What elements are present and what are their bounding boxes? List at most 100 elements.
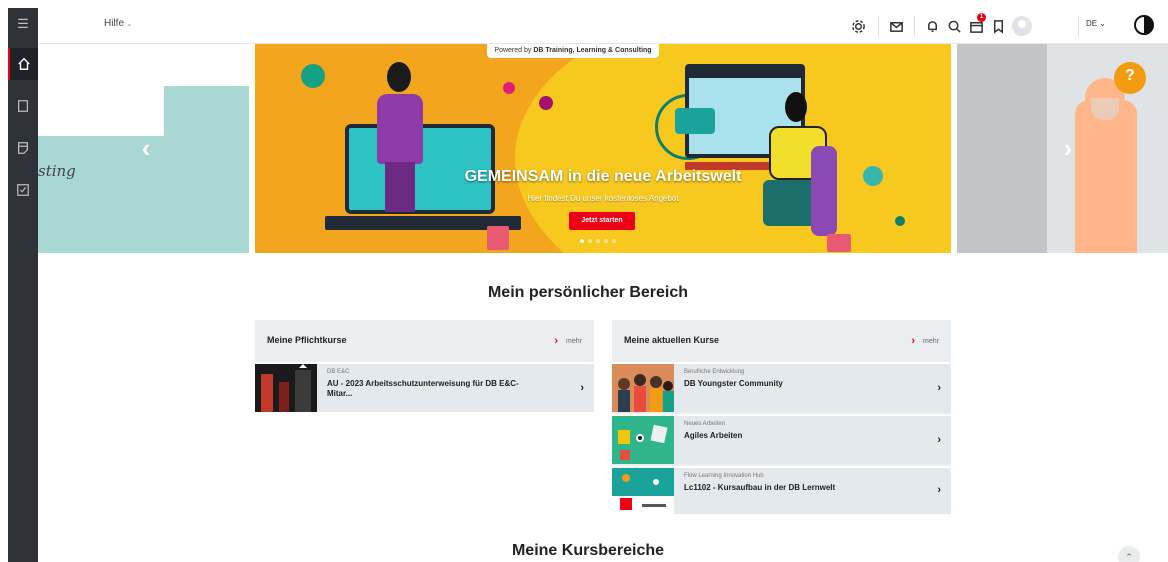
toolbar-divider xyxy=(1078,16,1079,36)
sidebar-item-catalog[interactable] xyxy=(8,90,38,122)
chevron-right-icon[interactable]: › xyxy=(937,434,941,446)
woman-illustration xyxy=(373,62,427,212)
checkbox-icon xyxy=(17,184,29,196)
app-frame: ☰ Hilfe ⌄ 1 DE ⌄ sting GEMEINSAM in die … xyxy=(8,8,1168,562)
calendar-button[interactable]: 1 xyxy=(966,13,986,36)
course-name: Lc1102 - Kursaufbau in der DB Lernwelt xyxy=(684,483,836,492)
search-icon xyxy=(948,20,961,33)
man-illustration xyxy=(785,92,807,122)
course-name: DB Youngster Community xyxy=(684,379,783,388)
course-item[interactable]: Flow Learning Innovation Hub Lc1102 - Ku… xyxy=(612,466,951,514)
document-icon xyxy=(18,142,28,154)
chat-bubble-illustration xyxy=(675,108,715,134)
woman-illustration xyxy=(387,62,411,92)
current-courses-header: Meine aktuellen Kurse › mehr xyxy=(612,320,951,362)
course-item[interactable]: DB E&C AU - 2023 Arbeitsschutzunterweisu… xyxy=(255,362,594,412)
powered-by-prefix: Powered by xyxy=(494,47,534,54)
course-item[interactable]: Neues Arbeiten Agiles Arbeiten › xyxy=(612,414,951,464)
chevron-down-icon: ⌄ xyxy=(126,19,133,28)
gear-icon xyxy=(851,19,865,33)
plant-illustration xyxy=(487,226,509,250)
slide-illustration xyxy=(301,64,325,88)
course-category: Flow Learning Innovation Hub xyxy=(684,473,764,479)
required-courses-title: Meine Pflichtkurse xyxy=(267,335,347,345)
toolbar-divider xyxy=(914,16,915,36)
chevron-up-icon: ⌃ xyxy=(1125,552,1133,562)
course-thumbnail-image xyxy=(612,416,674,464)
help-badge-icon[interactable]: ? xyxy=(1114,62,1146,94)
course-item[interactable]: Berufliche Entwicklung DB Youngster Comm… xyxy=(612,362,951,412)
hero-carousel: sting GEMEINSAM in die neue Arbeitswelt … xyxy=(38,44,1168,253)
personal-area-title: Mein persönlicher Bereich xyxy=(487,284,689,301)
chevron-right-icon[interactable]: › xyxy=(580,382,584,394)
carousel-dot[interactable] xyxy=(604,239,608,243)
slide-background xyxy=(38,44,164,136)
slide-illustration xyxy=(895,216,905,226)
course-category: Berufliche Entwicklung xyxy=(684,369,745,375)
course-thumbnail xyxy=(612,416,674,464)
bookmark-icon xyxy=(993,19,1003,34)
bell-icon xyxy=(927,20,937,32)
home-icon xyxy=(18,57,30,70)
user-avatar[interactable] xyxy=(1012,16,1032,36)
current-slide[interactable]: GEMEINSAM in die neue Arbeitswelt Hier f… xyxy=(255,44,951,253)
current-courses-panel: Meine aktuellen Kurse › mehr Berufliche E… xyxy=(612,320,951,514)
course-thumbnail-image xyxy=(612,468,674,514)
more-label: mehr xyxy=(566,338,582,345)
start-now-button[interactable]: Jetzt starten xyxy=(569,212,635,230)
chevron-right-icon[interactable]: › xyxy=(937,484,941,496)
carousel-dot[interactable] xyxy=(588,239,592,243)
hero-subtitle: Hier findest Du unser kostenloses Angebo… xyxy=(527,194,679,203)
slide-script-text: sting xyxy=(38,162,76,180)
sidebar-item-tasks[interactable] xyxy=(8,174,38,206)
woman-illustration xyxy=(377,94,423,164)
sidebar-item-home[interactable] xyxy=(8,48,38,80)
required-courses-panel: Meine Pflichtkurse › mehr DB E&C AU - 202… xyxy=(255,320,594,412)
course-thumbnail xyxy=(255,364,317,412)
course-areas-title: Meine Kursbereiche xyxy=(511,542,665,559)
course-thumbnail xyxy=(612,468,674,514)
chevron-down-icon: ⌄ xyxy=(1099,19,1106,28)
language-selector[interactable]: DE ⌄ xyxy=(1086,19,1106,28)
course-name: AU - 2023 Arbeitsschutzunterweisung für … xyxy=(327,379,519,398)
help-menu-label: Hilfe xyxy=(104,18,125,29)
course-category: DB E&C xyxy=(327,369,350,375)
book-icon xyxy=(18,100,28,112)
course-category: Neues Arbeiten xyxy=(684,421,726,427)
current-courses-title: Meine aktuellen Kurse xyxy=(624,335,720,345)
settings-button[interactable] xyxy=(848,16,868,36)
top-bar: Hilfe ⌄ 1 DE ⌄ xyxy=(38,8,1168,44)
notification-badge: 1 xyxy=(977,13,986,22)
current-courses-more-link[interactable]: › mehr xyxy=(911,335,939,347)
course-thumbnail-image xyxy=(612,364,674,412)
scroll-to-top-button[interactable]: ⌃ xyxy=(1118,546,1140,562)
course-name: Agiles Arbeiten xyxy=(684,431,743,440)
chevron-right-icon[interactable]: › xyxy=(937,382,941,394)
language-label: DE xyxy=(1086,19,1098,28)
required-courses-more-link[interactable]: › mehr xyxy=(554,335,582,347)
help-menu[interactable]: Hilfe ⌄ xyxy=(104,18,133,29)
messages-button[interactable] xyxy=(886,16,906,36)
toolbar-divider xyxy=(878,16,879,36)
search-button[interactable] xyxy=(944,16,964,36)
carousel-dot[interactable] xyxy=(596,239,600,243)
woman-illustration xyxy=(385,162,415,212)
slide-illustration xyxy=(539,96,553,110)
carousel-dot[interactable] xyxy=(580,239,584,243)
carousel-next-arrow-icon[interactable]: › xyxy=(1056,135,1080,161)
slide-illustration xyxy=(503,82,515,94)
more-label: mehr xyxy=(923,338,939,345)
carousel-prev-arrow-icon[interactable]: ‹ xyxy=(134,135,158,161)
slide-illustration xyxy=(863,166,883,186)
sidebar-item-notes[interactable] xyxy=(8,132,38,164)
chevron-right-icon: › xyxy=(554,335,559,347)
required-courses-header: Meine Pflichtkurse › mehr xyxy=(255,320,594,362)
bookmarks-button[interactable] xyxy=(988,16,1008,36)
hamburger-menu-icon[interactable]: ☰ xyxy=(8,8,38,40)
brand-logo-icon[interactable] xyxy=(1134,15,1154,35)
notifications-button[interactable] xyxy=(922,16,942,36)
plant-illustration xyxy=(827,234,851,252)
carousel-indicators xyxy=(580,239,616,243)
powered-by-banner: Powered by DB Training, Learning & Consu… xyxy=(487,44,659,58)
carousel-dot[interactable] xyxy=(612,239,616,243)
